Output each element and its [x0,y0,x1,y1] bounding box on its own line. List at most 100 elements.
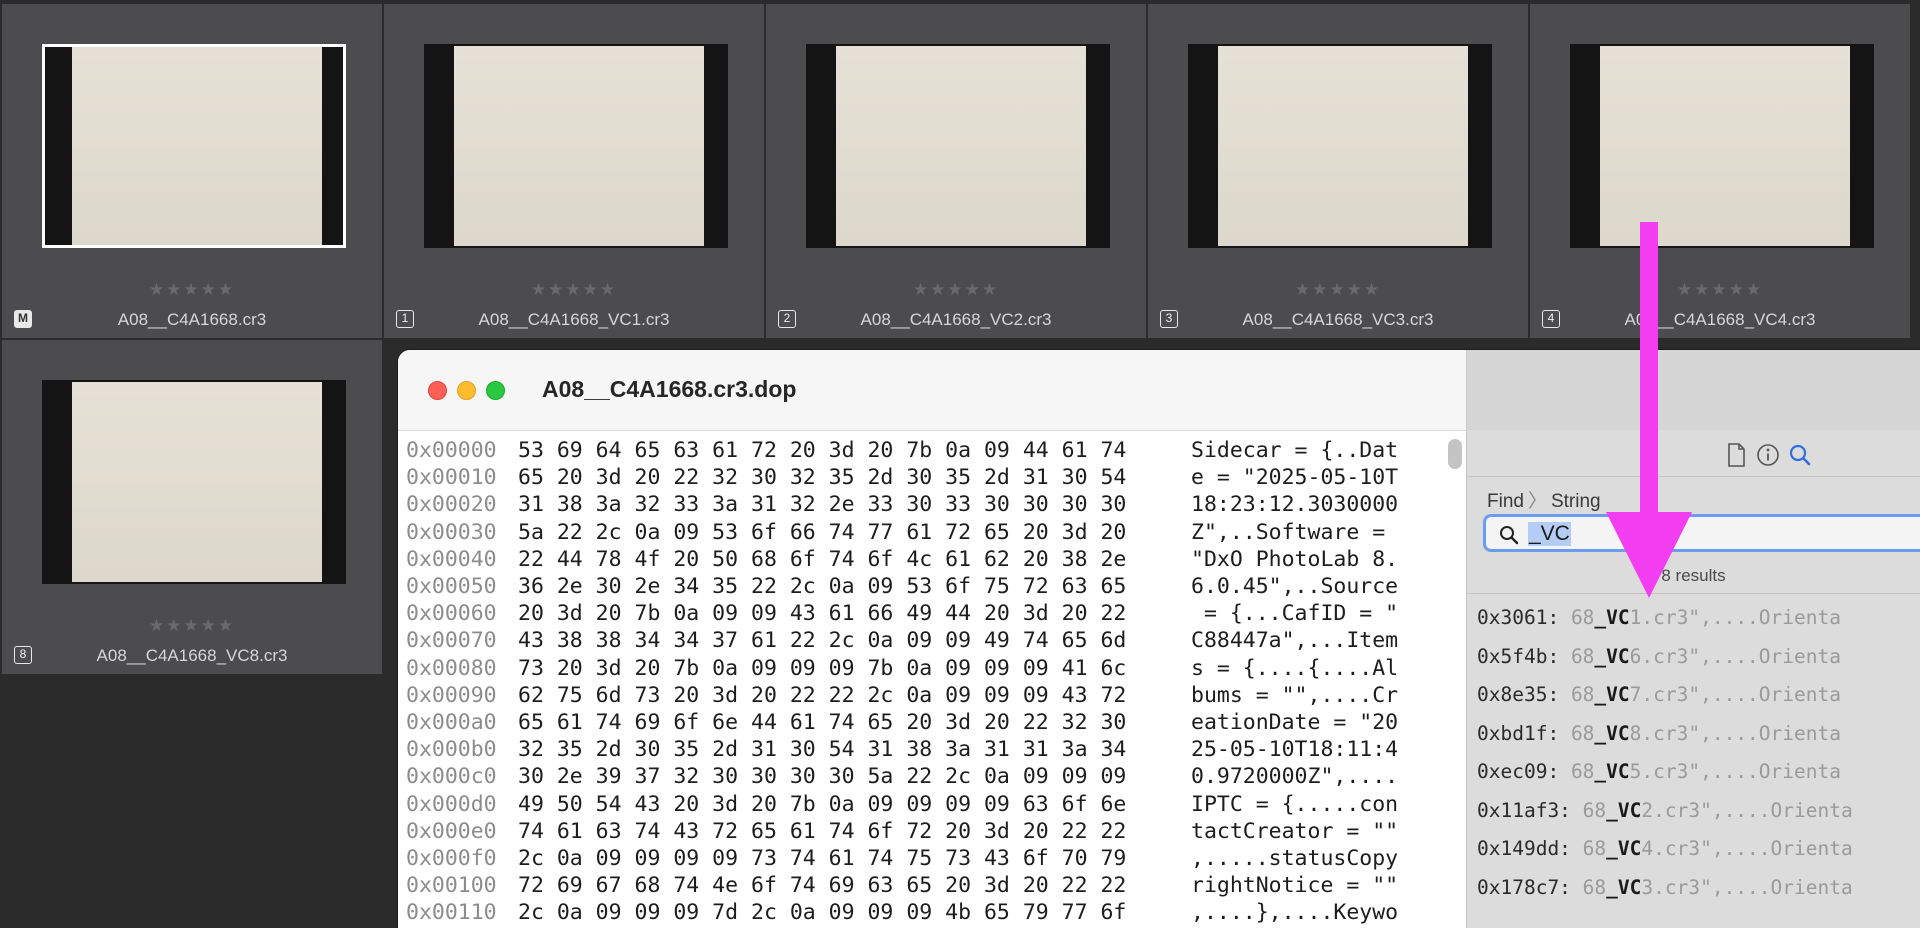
hex-offset: 0x000f0 [406,846,497,871]
hex-bytes[interactable]: 2c 0a 09 09 09 09 73 74 61 74 75 73 43 6… [518,845,1126,872]
result-prefix: 68 [1582,837,1607,860]
hex-bytes[interactable]: 5a 22 2c 0a 09 53 6f 66 74 77 61 72 65 2… [518,519,1126,546]
search-result-item[interactable]: 0x5f4b: 68_VC6.cr3",....Orienta [1477,639,1841,675]
search-result-item[interactable]: 0x8e35: 68_VC7.cr3",....Orienta [1477,677,1841,713]
ascii-text[interactable]: tactCreator = "" [1191,818,1398,845]
hex-bytes[interactable]: 65 20 3d 20 22 32 30 32 35 2d 30 35 2d 3… [518,464,1126,491]
hex-offset: 0x000e0 [406,818,497,844]
magnifier-icon [1498,524,1520,546]
result-prefix: 68 [1582,875,1607,899]
search-result-item[interactable]: 0x149dd: 68_VC4.cr3",....Orienta [1477,831,1853,867]
divider [1467,593,1920,594]
thumbnail-cell[interactable]: ★★★★★ 8 A08__C4A1668_VC8.cr3 [2,340,382,674]
result-address: 0x178c7: [1477,875,1571,899]
close-window-button[interactable] [428,381,447,400]
minimize-window-button[interactable] [457,381,476,400]
search-result-item[interactable]: 0x178c7: 68_VC3.cr3",....Orienta [1477,870,1853,906]
hex-offset: 0x00090 [406,682,497,708]
ascii-text[interactable]: s = {....{....Al [1191,655,1398,682]
breadcrumb-string[interactable]: String [1551,491,1601,512]
rating-stars[interactable]: ★★★★★ [384,280,764,300]
result-address: 0x3061: [1477,606,1560,629]
hex-bytes[interactable]: 53 69 64 65 63 61 72 20 3d 20 7b 0a 09 4… [518,437,1126,464]
hex-bytes[interactable]: 22 44 78 4f 20 50 68 6f 74 6f 4c 61 62 2… [518,546,1126,573]
photo-thumbnail [1570,44,1874,248]
hex-bytes[interactable]: 49 50 54 43 20 3d 20 7b 0a 09 09 09 09 6… [518,791,1126,818]
ascii-text[interactable]: 0.9720000Z",.... [1191,763,1398,790]
ascii-text[interactable]: 6.0.45",..Source [1191,573,1398,600]
ascii-text[interactable]: IPTC = {.....con [1191,791,1398,818]
divider [1467,476,1920,477]
ascii-text[interactable]: 18:23:12.3030000 [1191,491,1398,518]
thumbnail-filename: A08__C4A1668_VC3.cr3 [1242,310,1434,329]
ascii-text[interactable]: rightNotice = "" [1191,872,1398,899]
hex-bytes[interactable]: 20 3d 20 7b 0a 09 09 43 61 66 49 44 20 3… [518,600,1126,627]
hex-view[interactable]: 0x00000 53 69 64 65 63 61 72 20 3d 20 7b … [398,431,1466,928]
title-bar[interactable]: A08__C4A1668.cr3.dop [398,350,1466,431]
window-title: A08__C4A1668.cr3.dop [542,376,797,402]
search-result-item[interactable]: 0x3061: 68_VC1.cr3",....Orienta [1477,600,1841,636]
search-input[interactable]: _VC [1483,514,1920,552]
search-icon[interactable] [1787,442,1813,468]
info-icon[interactable] [1755,442,1781,468]
zoom-window-button[interactable] [486,381,505,400]
thumbnail-filename: A08__C4A1668_VC8.cr3 [96,646,288,665]
hex-bytes[interactable]: 36 2e 30 2e 34 35 22 2c 0a 09 53 6f 75 7… [518,573,1126,600]
result-suffix: 5.cr3",....Orienta [1629,760,1841,783]
ascii-text[interactable]: ,.....statusCopy [1191,845,1398,872]
hex-bytes[interactable]: 73 20 3d 20 7b 0a 09 09 09 7b 0a 09 09 0… [518,655,1126,682]
result-prefix: 68 [1570,606,1595,629]
results-count: 8 results [1661,566,1726,585]
hex-offset: 0x000c0 [406,764,497,790]
ascii-text[interactable]: eationDate = "20 [1191,709,1398,736]
result-address: 0x11af3: [1477,798,1571,822]
hex-offset: 0x00110 [406,900,497,926]
ascii-text[interactable]: "DxO PhotoLab 8. [1191,546,1398,573]
ascii-text[interactable]: C88447a",...Item [1191,627,1398,654]
rating-stars[interactable]: ★★★★★ [1530,280,1910,300]
ascii-text[interactable]: = {...CafID = " [1191,600,1398,627]
rating-stars[interactable]: ★★★★★ [2,616,382,636]
hex-offset: 0x000b0 [406,737,497,763]
hex-bytes[interactable]: 74 61 63 74 43 72 65 61 74 6f 72 20 3d 2… [518,818,1126,845]
photo-thumbnail [42,44,346,248]
thumbnail-cell[interactable]: ★★★★★ 2 A08__C4A1668_VC2.cr3 [766,4,1146,338]
hex-offset: 0x00030 [406,519,497,545]
ascii-text[interactable]: ,....},....Keywo [1191,899,1398,926]
thumbnail-cell[interactable]: ★★★★★ 3 A08__C4A1668_VC3.cr3 [1148,4,1528,338]
breadcrumb-find[interactable]: Find [1487,491,1524,512]
ascii-text[interactable]: Sidecar = {..Dat [1191,437,1398,464]
thumbnail-cell[interactable]: ★★★★★ 1 A08__C4A1668_VC1.cr3 [384,4,764,338]
rating-stars[interactable]: ★★★★★ [2,280,382,300]
hex-bytes[interactable]: 32 35 2d 30 35 2d 31 30 54 31 38 3a 31 3… [518,736,1126,763]
thumbnail-cell[interactable]: ★★★★★ M A08__C4A1668.cr3 [2,4,382,338]
search-result-item[interactable]: 0x11af3: 68_VC2.cr3",....Orienta [1477,793,1853,829]
rating-stars[interactable]: ★★★★★ [1148,280,1528,300]
hex-bytes[interactable]: 62 75 6d 73 20 3d 20 22 22 2c 0a 09 09 0… [518,682,1126,709]
ascii-text[interactable]: bums = "",....Cr [1191,682,1398,709]
vertical-scrollbar[interactable] [1448,439,1462,469]
thumbnail-filename: A08__C4A1668_VC1.cr3 [478,310,670,329]
rating-stars[interactable]: ★★★★★ [766,280,1146,300]
result-suffix: 6.cr3",....Orienta [1629,644,1841,668]
ascii-text[interactable]: e = "2025-05-10T [1191,464,1398,491]
search-input-value[interactable]: _VC [1528,522,1571,546]
document-icon[interactable] [1724,442,1750,468]
result-address: 0x5f4b: [1477,644,1560,668]
thumbnail-cell[interactable]: ★★★★★ 4 A08__C4A1668_VC4.cr3 [1530,4,1910,338]
hex-bytes[interactable]: 65 61 74 69 6f 6e 44 61 74 65 20 3d 20 2… [518,709,1126,736]
search-result-item[interactable]: 0xec09: 68_VC5.cr3",....Orienta [1477,754,1841,790]
result-match: _VC [1594,683,1630,706]
hex-bytes[interactable]: 2c 0a 09 09 09 7d 2c 0a 09 09 09 4b 65 7… [518,899,1126,926]
result-suffix: 8.cr3",....Orienta [1629,721,1841,745]
ascii-text[interactable]: Z",..Software = [1191,519,1398,546]
hex-bytes[interactable]: 43 38 38 34 34 37 61 22 2c 0a 09 09 49 7… [518,627,1126,654]
result-prefix: 68 [1570,721,1595,745]
hex-bytes[interactable]: 31 38 3a 32 33 3a 31 32 2e 33 30 33 30 3… [518,491,1126,518]
result-suffix: 2.cr3",....Orienta [1641,798,1853,822]
ascii-text[interactable]: 25-05-10T18:11:4 [1191,736,1398,763]
hex-bytes[interactable]: 30 2e 39 37 32 30 30 30 30 5a 22 2c 0a 0… [518,763,1126,790]
hex-bytes[interactable]: 72 69 67 68 74 4e 6f 74 69 63 65 20 3d 2… [518,872,1126,899]
search-result-item[interactable]: 0xbd1f: 68_VC8.cr3",....Orienta [1477,716,1841,752]
hex-offset: 0x00000 [406,438,497,463]
